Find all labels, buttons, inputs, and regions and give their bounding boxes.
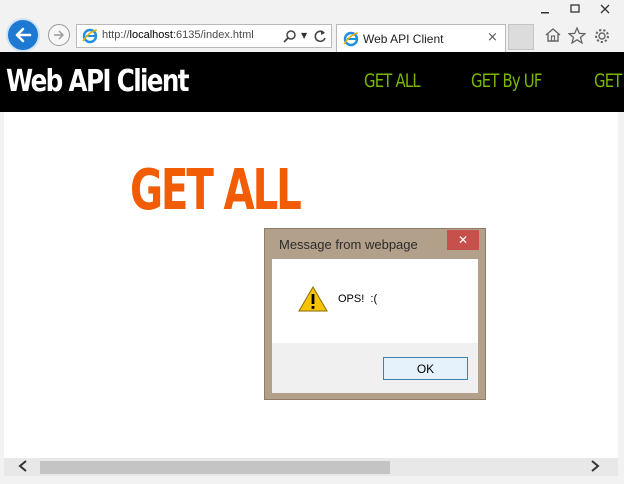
close-icon: ✕	[457, 233, 469, 247]
close-icon	[600, 4, 610, 14]
dialog-body: OPS! :( OK	[272, 259, 478, 393]
tab-title: Web API Client	[363, 32, 444, 46]
minimize-icon	[541, 12, 549, 14]
chevron-right-icon[interactable]	[590, 460, 600, 476]
browser-chrome: http://localhost:6135/index.html ▼ Web A…	[0, 0, 624, 52]
minimize-button[interactable]	[530, 0, 560, 18]
site-title[interactable]: Web API Client	[6, 64, 189, 99]
chevron-left-icon[interactable]	[18, 460, 28, 476]
nav-get-by-uf[interactable]: GET By UF	[471, 70, 542, 92]
ie-logo-icon	[82, 28, 98, 48]
home-icon[interactable]	[544, 27, 562, 47]
window-right-edge	[618, 112, 624, 476]
scrollbar-thumb[interactable]	[40, 461, 390, 474]
tab-close-icon[interactable]: ×	[487, 30, 498, 45]
address-url[interactable]: http://localhost:6135/index.html	[102, 29, 254, 41]
page-heading: GET ALL	[130, 158, 302, 223]
maximize-button[interactable]	[560, 0, 590, 18]
back-button[interactable]	[6, 18, 40, 52]
alert-dialog: Message from webpage ✕ OPS! :( OK	[264, 228, 486, 400]
nav-get-truncated[interactable]: GET	[594, 70, 622, 92]
dialog-title: Message from webpage	[279, 237, 418, 252]
url-path: :6135/index.html	[172, 29, 254, 41]
chevron-down-icon[interactable]: ▼	[301, 31, 307, 40]
search-icon[interactable]	[283, 29, 296, 48]
gear-icon[interactable]	[593, 27, 611, 49]
url-protocol: http://	[102, 29, 130, 41]
dialog-message: OPS! :(	[338, 293, 378, 305]
arrow-right-icon	[54, 30, 64, 40]
window-left-edge	[0, 112, 4, 476]
dialog-close-button[interactable]: ✕	[447, 230, 479, 250]
window-close-button[interactable]	[590, 0, 620, 18]
ok-button[interactable]: OK	[383, 357, 468, 380]
favorites-star-icon[interactable]	[567, 26, 587, 48]
maximize-icon	[570, 4, 580, 13]
window-bottom-edge	[0, 476, 624, 484]
warning-icon	[298, 286, 328, 316]
ie-logo-icon	[343, 31, 359, 51]
site-navbar: Web API Client GET ALL GET By UF GET	[0, 52, 624, 112]
refresh-icon[interactable]	[313, 28, 327, 47]
tab-web-api-client[interactable]: Web API Client ×	[336, 24, 506, 52]
url-host: localhost	[129, 29, 173, 41]
new-tab-button[interactable]	[508, 24, 534, 50]
forward-button[interactable]	[48, 24, 70, 46]
horizontal-scrollbar[interactable]	[4, 458, 618, 476]
nav-get-all[interactable]: GET ALL	[364, 70, 421, 92]
arrow-left-icon	[15, 27, 32, 43]
address-bar[interactable]: http://localhost:6135/index.html ▼	[76, 24, 332, 48]
